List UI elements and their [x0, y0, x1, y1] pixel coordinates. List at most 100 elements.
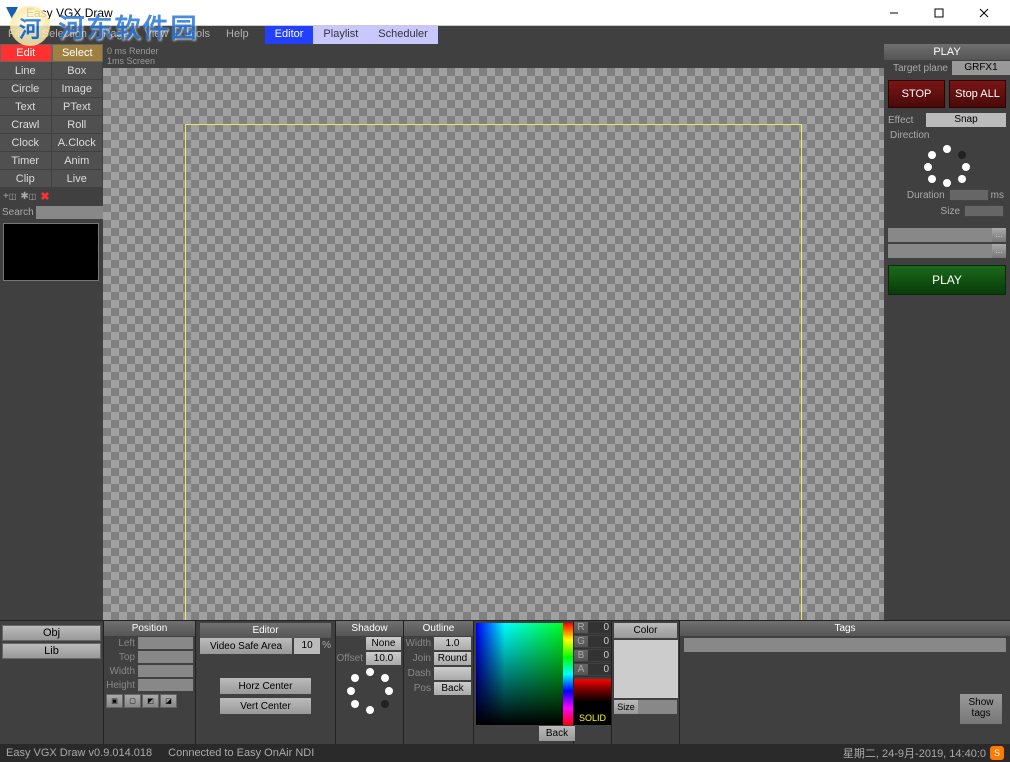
tool-text[interactable]: Text — [0, 98, 52, 116]
delete-icon[interactable]: ✖ — [40, 190, 49, 203]
outline-header: Outline — [404, 621, 473, 636]
select-mode-button[interactable]: Select — [52, 44, 104, 62]
target-plane-value[interactable]: GRFX1 — [952, 61, 1010, 75]
stop-button[interactable]: STOP — [888, 80, 945, 108]
tool-box[interactable]: Box — [52, 62, 104, 80]
menu-selection[interactable]: Selection — [34, 26, 95, 44]
tool-timer[interactable]: Timer — [0, 152, 52, 170]
window-title: Easy VGX Draw — [26, 6, 871, 20]
lib-button[interactable]: Lib — [2, 643, 101, 659]
search-label: Search — [2, 207, 34, 218]
edit-mode-button[interactable]: Edit — [0, 44, 52, 62]
effect-value[interactable]: Snap — [926, 113, 1006, 127]
g-value[interactable]: 0 — [588, 636, 611, 647]
align-front-icon[interactable]: ▣ — [106, 694, 123, 708]
tool-live[interactable]: Live — [52, 170, 104, 188]
shadow-none-button[interactable]: None — [366, 637, 401, 650]
maximize-button[interactable] — [916, 0, 961, 26]
vert-center-button[interactable]: Vert Center — [220, 698, 311, 714]
tool-ptext[interactable]: PText — [52, 98, 104, 116]
align-backward-icon[interactable]: ◪ — [160, 694, 177, 708]
tags-input[interactable] — [684, 638, 1006, 652]
safe-area-button[interactable]: Video Safe Area — [200, 638, 292, 654]
remove-group-icon[interactable]: ✱◫ — [20, 191, 36, 202]
tab-scheduler[interactable]: Scheduler — [368, 26, 438, 44]
pos-top-label: Top — [104, 652, 138, 663]
app-icon — [4, 5, 20, 21]
tool-line[interactable]: Line — [0, 62, 52, 80]
menu-help[interactable]: Help — [218, 26, 257, 44]
duration-input[interactable] — [949, 189, 989, 201]
b-value[interactable]: 0 — [588, 650, 611, 661]
menubar: File Selection Page View Tools Help Edit… — [0, 26, 1010, 44]
tab-editor[interactable]: Editor — [265, 26, 314, 44]
play-size-input[interactable] — [964, 205, 1004, 217]
tool-roll[interactable]: Roll — [52, 116, 104, 134]
ime-badge-icon[interactable]: S — [990, 746, 1004, 760]
outline-join-value[interactable]: Round — [434, 652, 471, 665]
tool-anim[interactable]: Anim — [52, 152, 104, 170]
horz-center-button[interactable]: Horz Center — [220, 678, 311, 694]
pos-top-input[interactable] — [138, 651, 193, 663]
status-version: Easy VGX Draw v0.9.014.018 — [6, 747, 152, 759]
menu-page[interactable]: Page — [95, 26, 137, 44]
show-tags-button[interactable]: Show tags — [960, 694, 1002, 724]
stop-all-button[interactable]: Stop ALL — [949, 80, 1006, 108]
a-label: A — [574, 664, 588, 675]
color-size-label: Size — [614, 700, 638, 714]
page-preview[interactable] — [3, 223, 99, 281]
a-value[interactable]: 0 — [588, 664, 611, 675]
safe-area-value[interactable]: 10 — [294, 638, 320, 654]
tool-crawl[interactable]: Crawl — [0, 116, 52, 134]
path2-input[interactable] — [888, 244, 992, 258]
color-spectrum[interactable] — [476, 623, 572, 725]
align-back-icon[interactable]: ▢ — [124, 694, 141, 708]
titlebar: Easy VGX Draw — [0, 0, 1010, 26]
performance-info: 0 ms Render 1ms Screen — [103, 44, 884, 68]
duration-unit: ms — [991, 190, 1004, 201]
pos-width-input[interactable] — [138, 665, 193, 677]
outline-join-label: Join — [404, 653, 434, 664]
pos-height-input[interactable] — [138, 679, 193, 691]
shadow-offset-value[interactable]: 10.0 — [366, 652, 401, 665]
solid-swatch[interactable]: SOLID — [574, 679, 611, 725]
play-button[interactable]: PLAY — [888, 265, 1006, 295]
outline-pos-value[interactable]: Back — [434, 682, 471, 695]
add-group-icon[interactable]: +◫ — [3, 191, 16, 202]
status-datetime: 星期二, 24-9月-2019, 14:40:0 — [843, 745, 986, 761]
path2-browse[interactable]: ... — [992, 244, 1006, 258]
shadow-direction-ring[interactable] — [345, 668, 395, 714]
effect-label: Effect — [888, 115, 926, 126]
editor-header: Editor — [200, 623, 331, 638]
r-value[interactable]: 0 — [588, 622, 611, 633]
color-swatch[interactable] — [614, 640, 678, 698]
direction-ring[interactable] — [922, 145, 972, 185]
safe-area-unit: % — [322, 638, 331, 654]
menu-tools[interactable]: Tools — [176, 26, 218, 44]
tool-aclock[interactable]: A.Clock — [52, 134, 104, 152]
minimize-button[interactable] — [871, 0, 916, 26]
outline-pos-label: Pos — [404, 683, 434, 694]
tool-circle[interactable]: Circle — [0, 80, 52, 98]
tab-playlist[interactable]: Playlist — [313, 26, 368, 44]
color-header: Color — [614, 623, 677, 638]
close-button[interactable] — [961, 0, 1006, 26]
path1-input[interactable] — [888, 228, 992, 242]
tool-clock[interactable]: Clock — [0, 134, 52, 152]
tool-clip[interactable]: Clip — [0, 170, 52, 188]
outline-width-value[interactable]: 1.0 — [434, 637, 471, 650]
tool-image[interactable]: Image — [52, 80, 104, 98]
outline-width-label: Width — [404, 638, 434, 649]
play-size-label: Size — [890, 206, 964, 217]
position-header: Position — [104, 621, 195, 636]
pos-left-input[interactable] — [138, 637, 193, 649]
menu-file[interactable]: File — [0, 26, 34, 44]
hue-bar[interactable] — [563, 623, 573, 725]
color-size-input[interactable] — [638, 700, 677, 714]
menu-view[interactable]: View — [137, 26, 177, 44]
outline-dash-value[interactable] — [434, 667, 471, 680]
safe-area-rect — [185, 124, 802, 686]
obj-button[interactable]: Obj — [2, 625, 101, 641]
path1-browse[interactable]: ... — [992, 228, 1006, 242]
align-forward-icon[interactable]: ◩ — [142, 694, 159, 708]
